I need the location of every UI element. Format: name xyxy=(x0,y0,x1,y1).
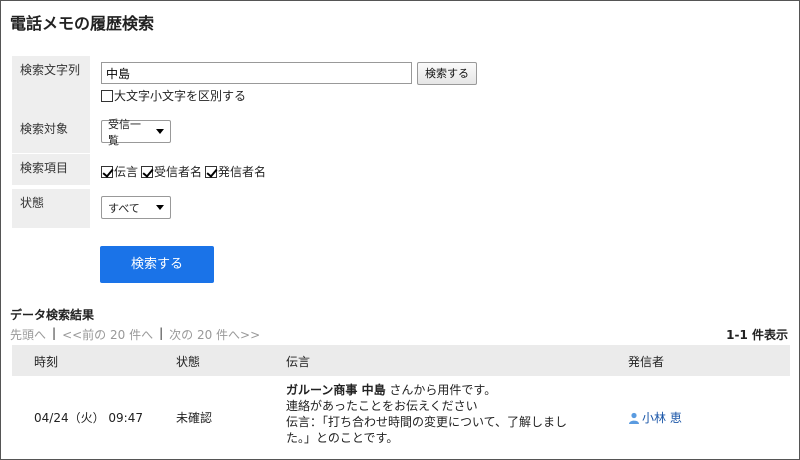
pagination: 先頭へ | <<前の 20 件へ | 次の 20 件へ>> xyxy=(10,326,260,343)
message-line1-rest: さんから用件です。 xyxy=(385,383,497,397)
header-time: 時刻 xyxy=(34,355,59,369)
label-search-fields: 検索項目 xyxy=(12,154,90,185)
field-option-recipient[interactable]: 受信者名 xyxy=(141,163,202,180)
status-select[interactable]: すべて xyxy=(101,196,171,219)
results-table-header: 時刻 状態 伝言 発信者 xyxy=(12,345,790,376)
label-search-target: 検索対象 xyxy=(12,115,90,153)
header-from: 発信者 xyxy=(628,355,665,369)
sender-name: 小林 恵 xyxy=(642,411,682,425)
row-message[interactable]: ガルーン商事 中島 さんから用件です。 連絡があったことをお伝えください 伝言：… xyxy=(286,382,606,446)
pager-next-link[interactable]: 次の 20 件へ>> xyxy=(169,326,260,343)
status-select-value: すべて xyxy=(108,201,140,215)
pager-first-link[interactable]: 先頭へ xyxy=(10,326,46,343)
field-option-message[interactable]: 伝言 xyxy=(101,163,138,180)
user-icon xyxy=(629,412,639,424)
field-option-sender[interactable]: 発信者名 xyxy=(205,163,266,180)
field-sender-label: 発信者名 xyxy=(218,165,267,179)
results-title: データ検索結果 xyxy=(10,308,95,322)
label-status: 状態 xyxy=(12,189,90,228)
pager-prev-link[interactable]: <<前の 20 件へ xyxy=(62,326,153,343)
message-line4: た。」とのことです。 xyxy=(286,431,399,445)
label-search-text: 検索文字列 xyxy=(12,56,90,115)
field-recipient-checkbox[interactable] xyxy=(141,165,154,178)
chevron-down-icon xyxy=(156,205,164,210)
case-sensitive-checkbox[interactable] xyxy=(101,89,113,102)
case-sensitive-label: 大文字小文字を区別する xyxy=(114,89,247,103)
search-target-select[interactable]: 受信一覧 xyxy=(101,118,171,147)
page-title: 電話メモの履歴検索 xyxy=(10,14,155,33)
field-recipient-label: 受信者名 xyxy=(154,165,203,179)
inline-search-button[interactable]: 検索する xyxy=(417,62,477,85)
header-message: 伝言 xyxy=(286,355,311,369)
pager-separator: | xyxy=(159,326,164,340)
field-message-checkbox[interactable] xyxy=(101,165,113,178)
message-line3: 伝言：「打ち合わせ時間の変更について、了解しまし xyxy=(286,415,568,429)
row-status: 未確認 xyxy=(176,411,213,425)
table-row[interactable]: 04/24（火） 09:47 未確認 ガルーン商事 中島 さんから用件です。 連… xyxy=(12,376,790,452)
row-time: 04/24（火） 09:47 xyxy=(34,411,143,425)
result-count: 1-1 件表示 xyxy=(726,328,788,342)
header-status: 状態 xyxy=(176,355,201,369)
search-target-value: 受信一覧 xyxy=(108,117,141,147)
message-company: ガルーン商事 中島 xyxy=(286,383,386,397)
search-submit-button[interactable]: 検索する xyxy=(100,246,214,283)
pager-separator: | xyxy=(52,326,57,340)
row-sender-link[interactable]: 小林 恵 xyxy=(628,409,682,426)
chevron-down-icon xyxy=(156,129,164,134)
field-message-label: 伝言 xyxy=(114,165,139,179)
message-line2: 連絡があったことをお伝えください xyxy=(286,399,478,413)
search-fields-group: 伝言 受信者名 発信者名 xyxy=(101,163,269,180)
search-input[interactable] xyxy=(101,62,412,84)
case-sensitive-option[interactable]: 大文字小文字を区別する xyxy=(101,87,246,104)
field-sender-checkbox[interactable] xyxy=(205,165,218,178)
